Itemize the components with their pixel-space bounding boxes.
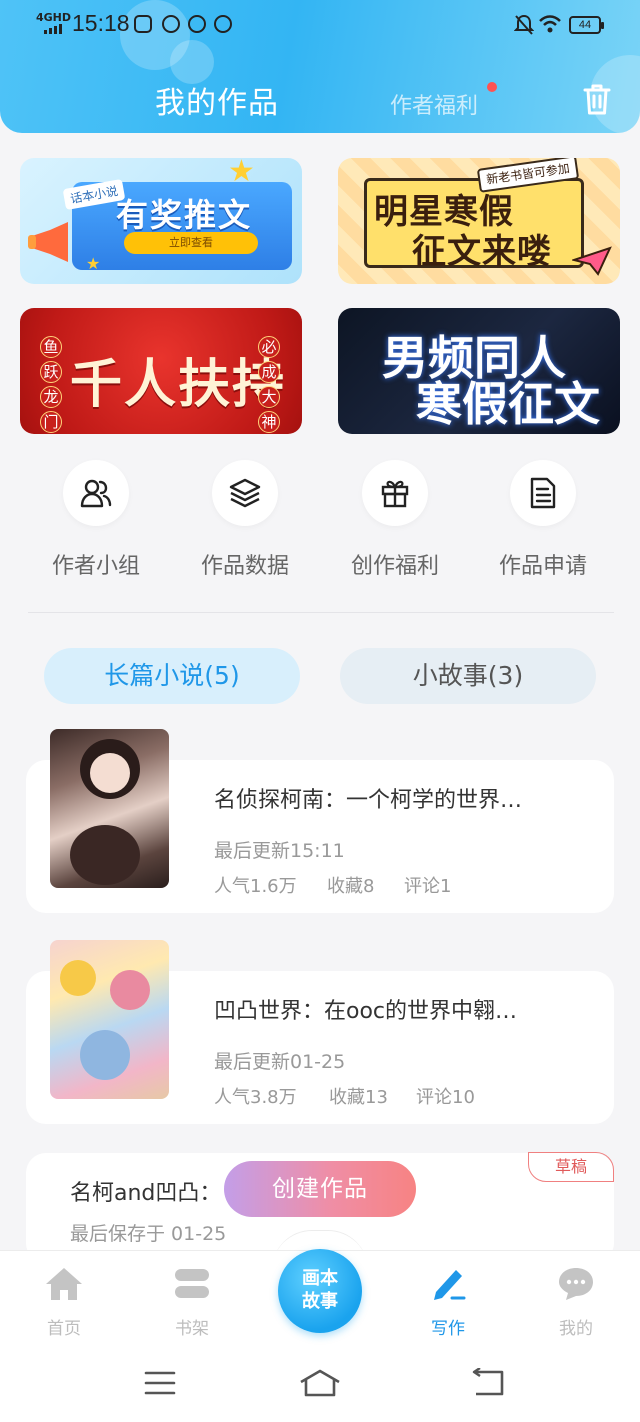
cover-figure [80,1030,130,1080]
feature-icon-circle [362,460,428,526]
star-icon: ★ [86,254,101,273]
network-indicator: 4GHD [36,11,72,24]
nav-label: 写作 [431,1319,465,1339]
nav-home[interactable]: 首页 [24,1266,104,1339]
banner-char: 门 [40,411,62,433]
banner-title: 有奖推文 [115,196,252,234]
banner-side-right: 必 成 大 神 [258,336,282,434]
banner-star-contest[interactable]: 新老书皆可参加 明星寒假 征文来喽 [338,158,620,284]
app-notification-icon [162,15,180,33]
draft-badge: 草稿 [528,1152,614,1182]
banner-title-line2: 征文来喽 [412,232,552,272]
banner-char: 鱼 [40,336,62,358]
banner-side-left: 鱼 跃 龙 门 [40,336,64,434]
create-work-button[interactable]: 创建作品 [224,1161,416,1217]
nav-label: 我的 [559,1319,593,1339]
nav-bookshelf[interactable]: 书架 [152,1266,232,1339]
work-title: 凹凸世界：在ooc的世界中翱… [214,999,518,1024]
banner-char: 龙 [40,386,62,408]
back-icon[interactable] [470,1368,506,1398]
work-cover-image[interactable] [50,940,169,1099]
pen-icon [434,1270,466,1300]
document-icon [530,477,556,509]
nav-me[interactable]: 我的 [536,1266,616,1339]
feature-icon-circle [63,460,129,526]
nav-label: 书架 [175,1319,209,1339]
work-comments: 评论1 [404,876,452,897]
work-last-updated: 最后更新15:11 [214,840,345,862]
feature-work-data[interactable]: 作品数据 [175,460,315,580]
banner-title-line2: 寒假征文 [416,377,600,431]
work-last-updated: 最后更新01-25 [214,1051,346,1073]
work-favorites: 收藏13 [329,1087,388,1108]
banner-support-program[interactable]: 鱼 跃 龙 门 千人扶持 必 成 大 神 [20,308,302,434]
feature-icon-circle [212,460,278,526]
signal-icon [44,24,62,34]
feature-icon-circle [510,460,576,526]
app-notification-icon [214,15,232,33]
feature-work-application[interactable]: 作品申请 [473,460,613,580]
star-icon: ★ [228,158,255,189]
menu-icon[interactable] [144,1368,176,1398]
notification-dot [487,82,497,92]
page-title: 我的作品 [155,86,279,121]
draft-saved-time: 最后保存于 01-25 [70,1223,227,1245]
mute-bell-icon [514,14,534,35]
cover-figure [110,970,150,1010]
banner-title: 千人扶持 [70,354,287,415]
chat-bubble-icon [559,1268,593,1300]
nav-write[interactable]: 写作 [408,1266,488,1339]
work-favorites: 收藏8 [327,876,375,897]
nav-label: 首页 [47,1319,81,1339]
feature-label: 作者小组 [51,554,140,579]
layers-icon [229,478,261,508]
banner-fanfic-contest[interactable]: 男频同人 寒假征文 [338,308,620,434]
megaphone-icon [28,222,68,262]
work-popularity: 人气3.8万 [214,1087,297,1108]
home-system-icon[interactable] [298,1368,342,1398]
work-popularity: 人气1.6万 [214,876,297,897]
work-title: 名侦探柯南：一个柯学的世界… [214,788,523,813]
cover-figure [70,825,140,885]
feature-author-group[interactable]: 作者小组 [26,460,166,580]
battery-indicator: 44 [569,16,604,34]
banner-char: 大 [258,386,280,408]
app-notification-icon [188,15,206,33]
trash-icon[interactable] [582,82,612,116]
picture-story-button[interactable]: 画本 故事 [278,1249,362,1333]
clock: 15:18 [72,10,130,36]
section-divider [28,612,614,613]
banner-reward-promo[interactable]: 话本小说 有奖推文 立即查看 ★ ★ [20,158,302,284]
gift-icon [381,480,409,508]
cover-figure [60,960,96,996]
users-icon [80,479,112,508]
paper-plane-icon [572,246,612,276]
author-benefit-tab[interactable]: 作者福利 [390,88,478,120]
banner-char: 必 [258,336,280,358]
banner-cta: 立即查看 [124,232,258,254]
center-button-line2: 故事 [302,1291,338,1312]
banner-char: 跃 [40,361,62,383]
top-header: 4GHD 15:18 44 我的作品 作者福利 [0,0,640,133]
work-comments: 评论10 [416,1087,475,1108]
app-notification-icon [134,15,152,33]
home-icon [46,1268,82,1300]
draft-title: 名柯and凹凸： [70,1181,222,1206]
bookshelf-icon [175,1269,209,1298]
feature-creation-benefits[interactable]: 创作福利 [325,460,465,580]
tab-short-stories[interactable]: 小故事(3) [340,648,596,704]
cover-figure [90,753,130,793]
wifi-icon [539,15,561,33]
banner-char: 神 [258,411,280,433]
status-bar: 4GHD 15:18 44 [0,0,640,50]
feature-label: 作品申请 [498,554,587,579]
center-button-line1: 画本 [302,1268,338,1289]
work-cover-image[interactable] [50,729,169,888]
banner-char: 成 [258,361,280,383]
feature-label: 作品数据 [200,554,289,579]
feature-label: 创作福利 [350,554,439,579]
tab-novels[interactable]: 长篇小说(5) [44,648,300,704]
